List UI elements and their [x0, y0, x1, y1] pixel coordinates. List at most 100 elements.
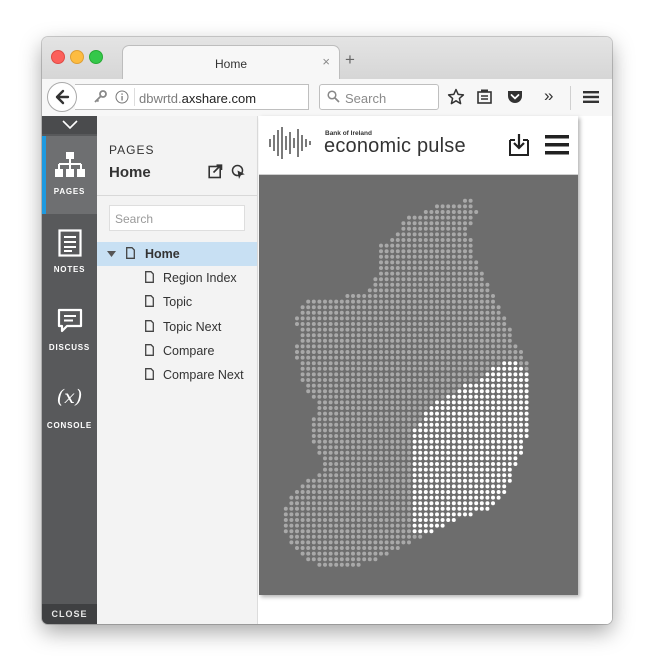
- download-icon[interactable]: [509, 134, 529, 156]
- url-text[interactable]: dbwrtd.axshare.com: [139, 91, 256, 106]
- close-button[interactable]: CLOSE: [42, 604, 97, 624]
- map-dot: [491, 434, 495, 438]
- info-icon[interactable]: [115, 90, 129, 104]
- reader-list-icon[interactable]: [476, 88, 494, 106]
- map-dot: [300, 338, 305, 343]
- map-dot: [429, 422, 434, 427]
- map-dot: [423, 243, 428, 248]
- map-dot: [418, 378, 423, 382]
- overflow-chevron[interactable]: »: [544, 86, 553, 106]
- tree-item-compare-next[interactable]: Compare Next: [97, 363, 257, 387]
- expand-caret-icon[interactable]: [107, 251, 116, 258]
- sidebar-item-discuss[interactable]: DISCUSS: [42, 292, 97, 370]
- map-dot: [524, 422, 529, 427]
- close-window-button[interactable]: [51, 50, 65, 64]
- map-dot: [457, 394, 462, 399]
- map-dot: [384, 478, 389, 483]
- map-dot: [435, 355, 439, 360]
- tree-item-topic[interactable]: Topic: [97, 290, 257, 314]
- map-dot: [328, 467, 333, 472]
- tree-item-compare[interactable]: Compare: [97, 339, 257, 363]
- map-dot: [435, 478, 439, 483]
- map-dot: [407, 445, 411, 450]
- zoom-window-button[interactable]: [89, 50, 103, 64]
- map-dot: [323, 316, 327, 321]
- map-dot: [373, 439, 378, 444]
- map-dot: [351, 523, 355, 528]
- pocket-icon[interactable]: [506, 88, 524, 106]
- map-dot: [317, 506, 322, 511]
- map-dot: [507, 445, 512, 450]
- map-dot: [451, 221, 456, 226]
- map-dot: [407, 428, 411, 433]
- map-dot: [468, 238, 473, 242]
- menu-icon[interactable]: [545, 135, 569, 155]
- map-dot: [457, 215, 462, 220]
- map-dot: [323, 322, 327, 326]
- map-dot: [351, 294, 355, 298]
- collapse-toggle[interactable]: [42, 116, 97, 134]
- tree-item-topic-next[interactable]: Topic Next: [97, 315, 257, 339]
- open-in-new-icon[interactable]: [208, 164, 223, 179]
- pages-search-input[interactable]: Search: [109, 205, 245, 231]
- map-dot: [395, 232, 400, 237]
- map-dot: [479, 478, 484, 483]
- map-dot: [373, 338, 378, 343]
- map-dot: [345, 478, 350, 483]
- sidebar-item-notes[interactable]: NOTES: [42, 214, 97, 292]
- map-dot: [440, 260, 445, 265]
- map-dot: [362, 322, 367, 326]
- map-dot: [418, 518, 423, 522]
- map-dot: [311, 501, 316, 506]
- map-dot: [317, 557, 322, 562]
- hamburger-menu-icon[interactable]: [582, 88, 600, 106]
- map-dot: [384, 378, 389, 382]
- map-dot: [435, 232, 439, 237]
- map-dot: [468, 215, 473, 220]
- map-dot: [334, 333, 339, 338]
- map-dot: [485, 294, 490, 298]
- map-dot: [295, 529, 299, 534]
- map-dot: [440, 210, 445, 214]
- map-dot: [317, 546, 322, 550]
- map-dot: [479, 400, 484, 405]
- map-dot: [457, 434, 462, 438]
- map-dot: [339, 546, 344, 550]
- minimize-window-button[interactable]: [70, 50, 84, 64]
- tree-item-home[interactable]: Home: [97, 242, 257, 266]
- tab-home[interactable]: Home ×: [122, 45, 340, 80]
- map-dot: [373, 316, 378, 321]
- map-dot: [339, 462, 344, 466]
- back-button[interactable]: [47, 82, 77, 112]
- tree-item-region-index[interactable]: Region Index: [97, 266, 257, 290]
- map-dot: [339, 350, 344, 354]
- new-tab-button[interactable]: +: [345, 51, 355, 68]
- map-dot: [367, 378, 372, 382]
- bookmark-star-icon[interactable]: [447, 88, 465, 106]
- map-dot: [451, 389, 456, 394]
- sidebar-item-pages[interactable]: PAGES: [42, 136, 97, 214]
- map-dot: [435, 490, 439, 494]
- browser-search-input[interactable]: Search: [319, 84, 439, 110]
- map-dot: [407, 226, 411, 231]
- map-dot: [373, 501, 378, 506]
- map-dot: [401, 372, 406, 377]
- map-dot: [412, 277, 417, 282]
- map-dot: [502, 411, 507, 416]
- map-dot: [373, 417, 378, 422]
- map-dot: [485, 484, 490, 489]
- map-dot: [412, 249, 417, 254]
- cursor-target-icon[interactable]: [231, 164, 247, 180]
- map-dot: [485, 467, 490, 472]
- map-dot: [390, 506, 395, 511]
- url-bar[interactable]: dbwrtd.axshare.com: [75, 84, 332, 110]
- map-dot: [351, 310, 355, 315]
- map-dot: [362, 310, 367, 315]
- map-dot: [496, 394, 501, 399]
- map-dot: [491, 422, 495, 427]
- map-dot: [519, 378, 523, 382]
- tab-close-icon[interactable]: ×: [322, 54, 330, 69]
- sidebar-item-console[interactable]: (x) CONSOLE: [42, 370, 97, 448]
- map-dot: [468, 462, 473, 466]
- map-dot: [367, 439, 372, 444]
